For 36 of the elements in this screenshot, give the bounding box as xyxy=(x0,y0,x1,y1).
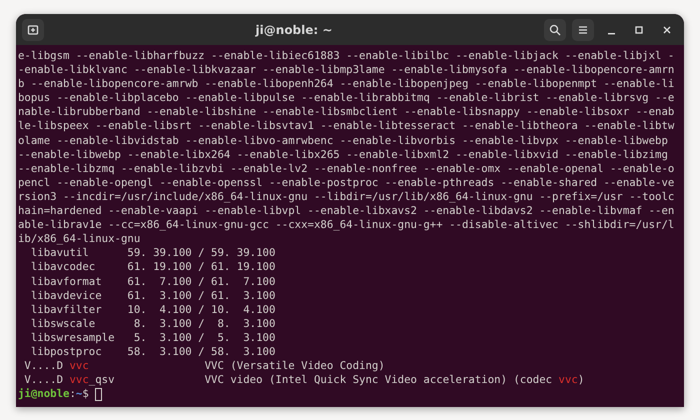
terminal-line: ib/x86_64-linux-gnu xyxy=(18,232,140,246)
terminal-line: --enable-libwebp --enable-libx264 --enable-libx265 --enable-libxml2 --enable-libxvid --enable-libzimg xyxy=(18,148,668,162)
maximize-icon xyxy=(633,24,645,36)
terminal-line: V....D vvc_qsv VVC video (Intel Quick Sync Video acceleration) (codec vvc) xyxy=(23,373,584,388)
search-button[interactable] xyxy=(544,18,566,40)
window-title: ji@noble: ~ xyxy=(254,22,334,36)
search-icon xyxy=(549,24,561,36)
new-tab-icon xyxy=(27,24,39,36)
terminal-line: le-libspeex --enable-libsrt --enable-libsvtav1 --enable-libtesseract --enable-libtheora --enable-libtw xyxy=(18,119,674,134)
terminal-line: --enable-libzmq --enable-libzvbi --enable-lv2 --enable-nonfree --enable-omx --enable-openal --enable-o xyxy=(18,162,674,176)
terminal-line: libswresample 5. 3.100 / 5. 3.100 xyxy=(30,330,276,345)
terminal-line: libavcodec 61. 19.100 / 61. 19.100 xyxy=(30,260,276,274)
terminal-line: bopus --enable-libplacebo --enable-libpulse --enable-librabbitmq --enable-librist --enable-librsvg --e xyxy=(18,91,674,106)
terminal-line: libavutil 59. 39.100 / 59. 39.100 xyxy=(30,246,276,260)
terminal-line: libavdevice 61. 3.100 / 61. 3.100 xyxy=(30,288,276,303)
terminal-line: libavformat 61. 7.100 / 61. 7.100 xyxy=(30,274,276,289)
terminal-line: hain=hardened --enable-vaapi --enable-libvpl --enable-libxavs2 --enable-libdavs2 --enable-libvmaf --en xyxy=(18,204,674,218)
close-icon xyxy=(661,24,673,36)
terminal-line: V....D vvc VVC (Versatile Video Coding) xyxy=(23,359,385,374)
text-cursor xyxy=(95,388,102,401)
terminal-line: -enable-libklvanc --enable-libkvazaar --enable-libmp3lame --enable-libmysofa --enable-libopencore-amrn xyxy=(18,63,674,78)
terminal-line: libavfilter 10. 4.100 / 10. 4.100 xyxy=(30,302,276,317)
terminal-line: olame --enable-libvidstab --enable-libvo-amrwbenc --enable-libvorbis --enable-libvpx --enable-libwebp xyxy=(18,134,668,148)
terminal-line: b --enable-libopencore-amrwb --enable-libopenh264 --enable-libopenjpeg --enable-libopenmpt --enable-li xyxy=(18,77,674,92)
menu-button[interactable] xyxy=(572,18,594,40)
menu-icon xyxy=(577,24,589,36)
terminal-line: nable-librubberband --enable-libshine --enable-libsmbclient --enable-libsnappy --enable-libsoxr --enab xyxy=(18,105,674,120)
new-tab-button[interactable] xyxy=(22,18,44,40)
minimize-icon xyxy=(608,32,614,34)
terminal-line: pencl --enable-opengl --enable-openssl --enable-postproc --enable-pthreads --enable-shared --enable-ve xyxy=(18,176,674,190)
terminal-line: libpostproc 58. 3.100 / 58. 3.100 xyxy=(30,344,276,360)
terminal-line: libswscale 8. 3.100 / 8. 3.100 xyxy=(30,316,276,331)
shell-prompt: ji@noble:~$ xyxy=(18,387,90,402)
terminal-line: rsion3 --incdir=/usr/include/x86_64-linux-gnu --libdir=/usr/lib/x86_64-linux-gnu --prefix=/usr --toolc xyxy=(18,190,674,204)
terminal-line: able-librav1e --cc=x86_64-linux-gnu-gcc --cxx=x86_64-linux-gnu-g++ --disable-altivec --shlibdir=/usr/l xyxy=(18,218,674,232)
terminal-line: e-libgsm --enable-libharfbuzz --enable-libiec61883 --enable-libilbc --enable-libjack --enable-libjxl - xyxy=(18,49,674,64)
